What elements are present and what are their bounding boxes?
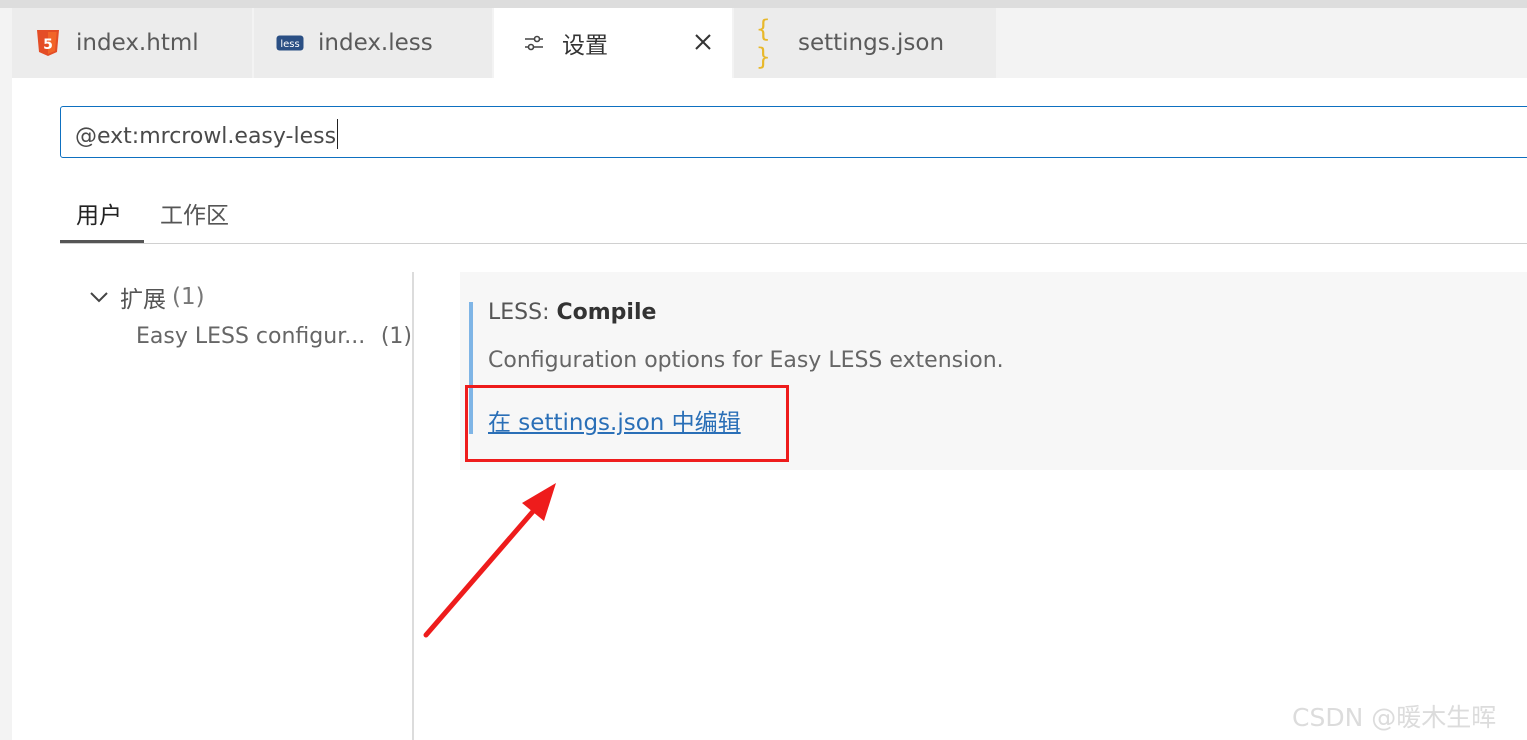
tab-user[interactable]: 用户 [76, 196, 122, 230]
annotation-arrow-icon [423, 483, 556, 638]
svg-text:5: 5 [43, 37, 53, 53]
tab-index-less[interactable]: less index.less [254, 8, 492, 78]
setting-category: LESS: [488, 300, 557, 325]
close-tab-icon[interactable] [690, 29, 716, 55]
toc-item-count: (1) [380, 324, 412, 349]
watermark: CSDN @暖木生晖 [1292, 703, 1497, 732]
tab-label: settings.json [798, 30, 945, 56]
tab-settings-json[interactable]: { } settings.json [734, 8, 996, 78]
toc-item-easy-less[interactable]: Easy LESS configur... (1) [136, 324, 412, 349]
tab-workspace[interactable]: 工作区 [160, 196, 229, 230]
toc-group-label: 扩展 [120, 287, 166, 313]
html5-icon: 5 [34, 29, 62, 57]
svg-text:less: less [280, 39, 299, 50]
tab-index-html[interactable]: 5 index.html [12, 8, 252, 78]
setting-description: Configuration options for Easy LESS exte… [488, 348, 1004, 373]
active-tab-underline [60, 240, 144, 243]
toc-group-count: (1) [172, 284, 205, 310]
toc-group-extensions[interactable]: 扩展 (1) [88, 280, 205, 314]
editor-tab-bar: 5 index.html less index.less 设置 { } sett… [12, 8, 1527, 78]
tab-settings[interactable]: 设置 [494, 8, 732, 78]
setting-name: Compile [556, 300, 657, 325]
json-braces-icon: { } [756, 15, 771, 71]
chevron-down-icon [90, 292, 108, 303]
tab-label: index.less [318, 30, 433, 56]
toc-item-label: Easy LESS configur... [136, 324, 366, 349]
highlight-box [465, 385, 789, 462]
search-value: @ext:mrcrowl.easy-less [75, 124, 337, 149]
scope-tabs: 用户 工作区 [60, 190, 1527, 244]
tab-label: index.html [76, 30, 199, 56]
left-strip [0, 8, 12, 740]
settings-sliders-icon [520, 29, 548, 57]
setting-title: LESS: Compile [488, 300, 656, 325]
settings-search-input[interactable]: @ext:mrcrowl.easy-less [60, 106, 1527, 158]
tab-label: 设置 [562, 33, 608, 59]
less-file-icon: less [276, 29, 304, 57]
text-caret [337, 119, 339, 149]
toc-divider[interactable] [412, 272, 414, 740]
top-strip [0, 0, 1527, 8]
